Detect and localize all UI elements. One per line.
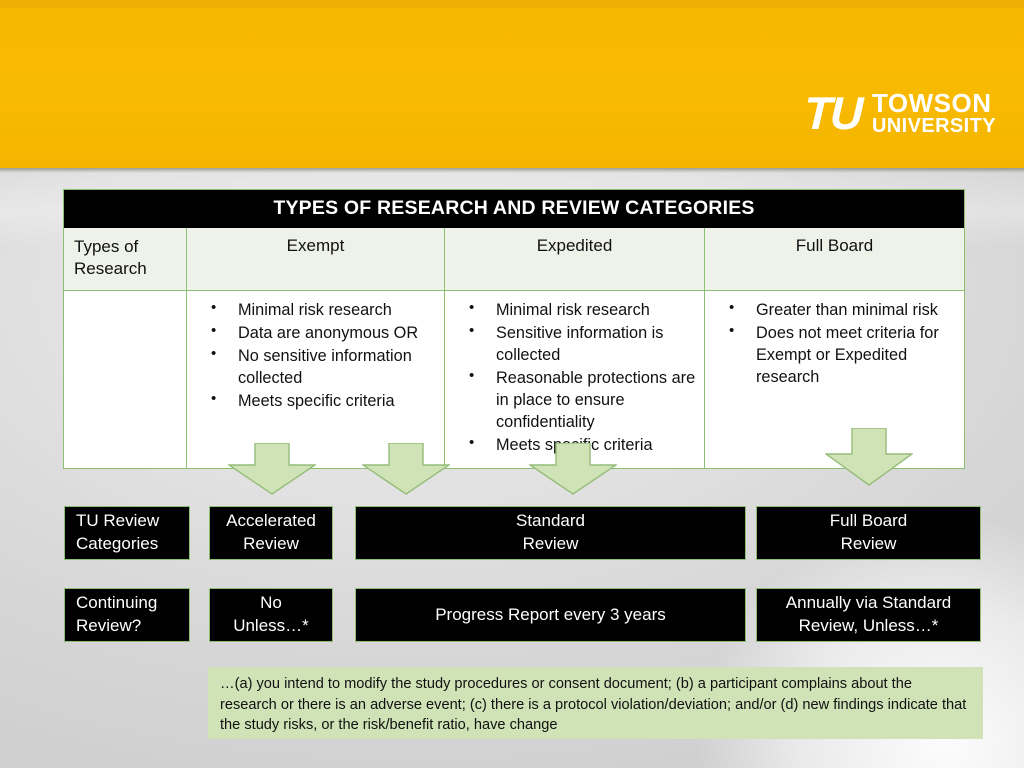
criteria-item: Minimal risk research [193,297,438,321]
header-full-board: Full Board [795,236,874,255]
header-types-of-research: Types of Research [64,228,187,290]
arrow-down-expedited-right [529,443,617,495]
box-continuing-accelerated[interactable]: No Unless…* [209,588,333,642]
down-arrow-icon [228,443,316,495]
exempt-criteria-list: Minimal risk researchData are anonymous … [193,297,438,413]
logo-line-university: UNIVERSITY [871,115,996,137]
cell-expedited-criteria: Minimal risk researchSensitive informati… [445,290,705,468]
research-review-matrix: TYPES OF RESEARCH AND REVIEW CATEGORIES … [63,189,965,469]
towson-university-logo: TU TOWSON UNIVERSITY [802,87,996,139]
arrow-down-full-board [825,428,913,486]
label-tu-review-categories: TU Review Categories [64,506,190,560]
tu-monogram-icon: TU [802,87,862,139]
box-continuing-standard[interactable]: Progress Report every 3 years [355,588,746,642]
box-continuing-full-board[interactable]: Annually via Standard Review, Unless…* [756,588,981,642]
criteria-item: Sensitive information is collected [451,321,698,366]
criteria-item: Reasonable protections are in place to e… [451,366,698,433]
criteria-item: Greater than minimal risk [711,297,958,321]
arrow-down-expedited-left [362,443,450,495]
banner-shadow [0,168,1024,173]
matrix-header-row: Types of Research Exempt Expedited Full B… [64,228,964,291]
criteria-item: Minimal risk research [451,297,698,321]
criteria-item: Meets specific criteria [193,389,438,412]
logo-wordmark: TOWSON UNIVERSITY [872,90,996,136]
full-board-criteria-list: Greater than minimal riskDoes not meet c… [711,297,958,389]
criteria-item: Does not meet criteria for Exempt or Exp… [711,321,958,388]
arrow-down-exempt [228,443,316,495]
label-continuing-review: Continuing Review? [64,588,190,642]
matrix-title: TYPES OF RESEARCH AND REVIEW CATEGORIES [64,190,964,228]
header-expedited: Expedited [445,228,705,290]
down-arrow-icon [362,443,450,495]
down-arrow-icon [825,428,913,486]
header-exempt: Exempt [187,228,445,290]
criteria-item: No sensitive information collected [193,344,438,389]
criteria-item: Data are anonymous OR [193,321,438,344]
footnote-text: …(a) you intend to modify the study proc… [208,667,983,739]
logo-line-towson: TOWSON [871,88,992,118]
box-full-board-review[interactable]: Full Board Review [756,506,981,560]
cell-exempt-criteria: Minimal risk researchData are anonymous … [187,290,445,468]
gold-header-banner [0,0,1024,168]
down-arrow-icon [529,443,617,495]
box-standard-review[interactable]: Standard Review [355,506,746,560]
cell-row-label-empty [64,290,187,468]
expedited-criteria-list: Minimal risk researchSensitive informati… [451,297,698,457]
box-accelerated-review[interactable]: Accelerated Review [209,506,333,560]
